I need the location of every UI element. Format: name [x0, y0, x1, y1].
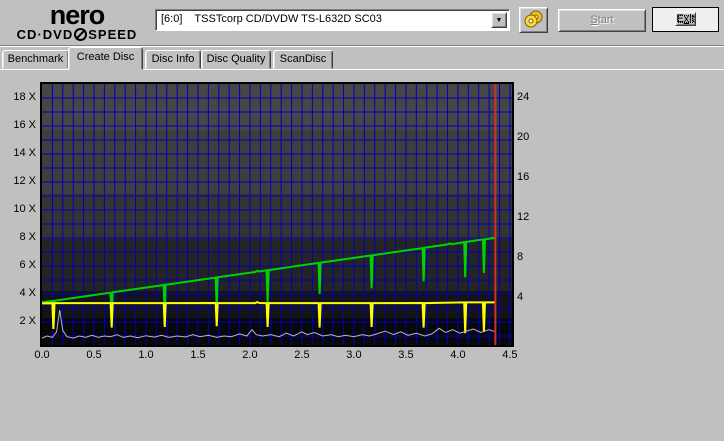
speed-axis-tick: 6 X — [19, 259, 36, 271]
disc-tools-button[interactable] — [519, 7, 548, 33]
drive-select[interactable]: [6:0] TSSTcorp CD/DVDW TS-L632D SC03 — [155, 9, 510, 31]
write-speed-chart — [40, 82, 514, 347]
capacity-axis-tick: 0.5 — [86, 349, 102, 361]
right-axis-tick: 12 — [517, 211, 530, 223]
right-axis-tick: 8 — [517, 251, 524, 263]
speed-axis-tick: 14 X — [13, 147, 36, 159]
speed-axis-tick: 2 X — [19, 315, 36, 327]
nero-cd-dvd-speed-logo: nero CD·DVD SPEED — [6, 2, 148, 41]
capacity-axis-tick: 0.0 — [34, 349, 50, 361]
capacity-axis-tick: 1.5 — [190, 349, 206, 361]
speed-axis-tick: 4 X — [19, 287, 36, 299]
capacity-axis-tick: 3.5 — [398, 349, 414, 361]
capacity-axis-tick: 4.0 — [450, 349, 466, 361]
capacity-axis-tick: 1.0 — [138, 349, 154, 361]
logo-nero-text: nero — [49, 0, 106, 30]
app-window: nero CD·DVD SPEED [6:0] TSSTcorp CD/DVDW… — [0, 0, 724, 441]
tab-scandisc[interactable]: ScanDisc — [273, 50, 333, 69]
speed-axis-tick: 8 X — [19, 231, 36, 243]
discs-icon — [524, 10, 542, 27]
start-button[interactable]: Start — [558, 9, 646, 32]
right-axis-tick: 16 — [517, 171, 530, 183]
drive-select-dropdown-arrow-icon[interactable] — [491, 12, 507, 28]
drive-select-value: [6:0] TSSTcorp CD/DVDW TS-L632D SC03 — [161, 13, 382, 25]
logo-cddvd-text: CD·DVD — [16, 27, 74, 42]
speed-axis-tick: 18 X — [13, 91, 36, 103]
capacity-axis-tick: 2.0 — [242, 349, 258, 361]
right-axis-tick: 24 — [517, 91, 530, 103]
speed-axis-tick: 10 X — [13, 203, 36, 215]
tab-benchmark[interactable]: Benchmark — [2, 50, 69, 69]
speed-axis-tick: 16 X — [13, 119, 36, 131]
capacity-axis-tick: 3.0 — [346, 349, 362, 361]
capacity-axis-tick: 4.5 — [502, 349, 518, 361]
tab-disc-quality[interactable]: Disc Quality — [201, 50, 271, 69]
chart-plot-area — [42, 84, 512, 345]
capacity-axis-tick: 2.5 — [294, 349, 310, 361]
speed-axis-tick: 12 X — [13, 175, 36, 187]
right-axis-tick: 20 — [517, 131, 530, 143]
right-axis-tick: 4 — [517, 291, 524, 303]
exit-button[interactable]: Exit — [652, 7, 719, 32]
logo-speed-text: SPEED — [88, 27, 138, 42]
tab-disc-info[interactable]: Disc Info — [145, 50, 201, 69]
tab-create-disc[interactable]: Create Disc — [68, 47, 143, 70]
disc-logo-icon — [74, 28, 88, 41]
